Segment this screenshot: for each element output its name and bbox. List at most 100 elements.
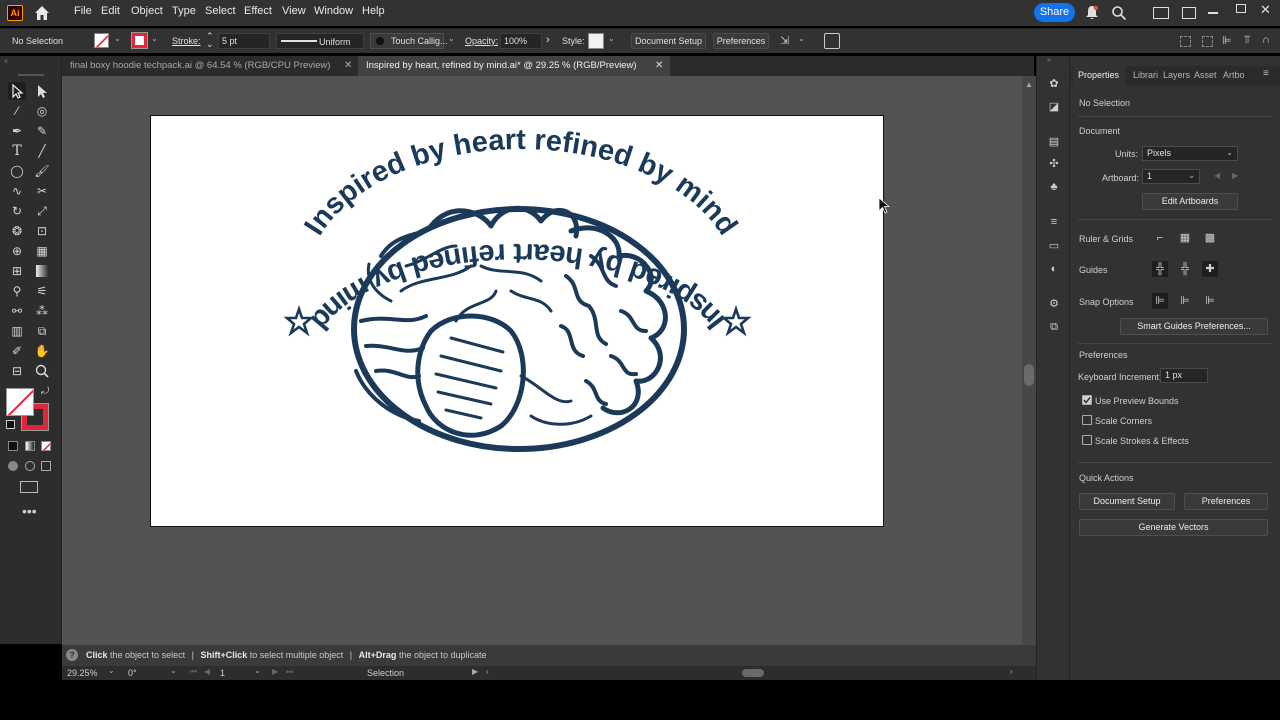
column-graph-tool-icon[interactable]: ▥ xyxy=(8,322,26,340)
align-dotted-2-icon[interactable] xyxy=(1202,36,1213,47)
artboard-tool-icon[interactable]: ⧉ xyxy=(33,322,51,340)
smart-guides-preferences-button[interactable]: Smart Guides Preferences... xyxy=(1120,318,1268,335)
stroke-stepper-icon[interactable]: ⌃ ⌄ xyxy=(206,32,214,49)
style-swatch[interactable] xyxy=(588,33,604,49)
align-top-icon[interactable]: ⫪ xyxy=(1244,34,1250,47)
fill-swatch[interactable] xyxy=(94,33,109,48)
tab-properties[interactable]: Properties xyxy=(1078,70,1119,80)
prev-artboard-icon[interactable]: ◀ xyxy=(204,667,210,676)
minimize-icon[interactable] xyxy=(1208,12,1218,14)
opacity-input[interactable]: 100% xyxy=(500,33,542,49)
menu-edit[interactable]: Edit xyxy=(101,5,120,17)
type-tool-icon[interactable]: T xyxy=(8,142,26,160)
scroll-up-icon[interactable]: ▲ xyxy=(1025,80,1033,89)
symbols-panel-icon[interactable]: ♣ xyxy=(1046,179,1062,195)
generate-vectors-button[interactable]: Generate Vectors xyxy=(1079,519,1268,536)
stroke-swatch[interactable] xyxy=(131,32,148,49)
measure-tool-icon[interactable]: ⚟ xyxy=(33,282,51,300)
none-mode-icon[interactable] xyxy=(41,441,51,451)
ellipse-tool-icon[interactable]: ◯ xyxy=(8,162,26,180)
artboard-dropdown[interactable]: 1 ⌄ xyxy=(1142,169,1200,184)
toolbox-grip[interactable] xyxy=(18,74,44,76)
zoom-chevron-icon[interactable]: ⌄ xyxy=(108,666,115,675)
transparency-panel-icon[interactable]: ◐ xyxy=(1046,261,1062,277)
snap-to-point-icon[interactable]: ⊫ xyxy=(1152,293,1168,309)
grid-icon[interactable]: ▦ xyxy=(1177,230,1193,246)
swap-fill-stroke-icon[interactable]: ⤾ xyxy=(41,386,49,397)
horizontal-scroll-thumb[interactable] xyxy=(742,669,764,677)
gradient-tool-icon[interactable] xyxy=(33,262,51,280)
quick-preferences-button[interactable]: Preferences xyxy=(1184,493,1268,510)
artboard-next-icon[interactable]: ▶ xyxy=(1232,171,1238,180)
appearance-panel-icon[interactable]: ▤ xyxy=(1046,134,1062,150)
graphic-styles-panel-icon[interactable]: ⚙ xyxy=(1046,296,1062,312)
tab-techpack-close-icon[interactable]: ✕ xyxy=(344,60,352,71)
panel-menu-icon[interactable]: ≡ xyxy=(1263,68,1269,79)
align-more-icon[interactable]: ∩ xyxy=(1262,34,1270,46)
tab-layers[interactable]: Layers xyxy=(1163,70,1190,80)
selection-tool-icon[interactable] xyxy=(8,82,26,100)
artboard-chevron-icon[interactable]: ⌄ xyxy=(254,666,261,675)
toolbox-collapse-icon[interactable]: « xyxy=(4,58,8,65)
snap-to-pixel-icon[interactable]: ⊫ xyxy=(1177,293,1193,309)
notification-bell-icon[interactable] xyxy=(1085,5,1099,21)
eyedropper-tool-icon[interactable]: ⚲ xyxy=(8,282,26,300)
artboard[interactable]: Inspired by heart refined by mind Inspir… xyxy=(150,115,884,527)
artboard-prev-icon[interactable]: ◀ xyxy=(1214,171,1220,180)
select-similar-icon[interactable]: ⇲ xyxy=(780,34,794,48)
draw-normal-icon[interactable] xyxy=(8,461,18,471)
tab-asset-export[interactable]: Asset xyxy=(1194,70,1217,80)
rulers-icon[interactable]: ⌐ xyxy=(1152,230,1168,246)
last-artboard-icon[interactable]: ⏭ xyxy=(286,667,293,677)
zoom-level[interactable]: 29.25% xyxy=(67,668,98,678)
tab-inspired[interactable]: Inspired by heart, refined by mind.ai* @… xyxy=(358,56,670,76)
perspective-grid-tool-icon[interactable]: ▦ xyxy=(33,242,51,260)
tab-inspired-close-icon[interactable]: ✕ xyxy=(655,60,663,71)
rotate-view-tool-icon[interactable]: ⊟ xyxy=(8,362,26,380)
artwork-text-top[interactable]: Inspired by heart refined by mind xyxy=(298,124,743,241)
vertical-scroll-thumb[interactable] xyxy=(1024,364,1034,386)
first-artboard-icon[interactable]: ⏮ xyxy=(190,667,197,677)
screen-mode-icon[interactable] xyxy=(20,481,38,493)
share-button[interactable]: Share xyxy=(1034,3,1075,22)
smart-guides-icon[interactable]: ✚ xyxy=(1202,261,1218,277)
fill-dropdown-chevron-icon[interactable]: ⌄ xyxy=(114,34,121,43)
tab-artboards[interactable]: Artbo xyxy=(1223,70,1245,80)
rotate-tool-icon[interactable]: ↻ xyxy=(8,202,26,220)
color-mode-icon[interactable] xyxy=(8,441,18,451)
color-guide-panel-icon[interactable]: ✿ xyxy=(1046,76,1062,92)
rotation-value[interactable]: 0° xyxy=(128,668,137,678)
menu-help[interactable]: Help xyxy=(362,5,385,17)
restore-icon[interactable] xyxy=(1236,4,1246,13)
shaper-tool-icon[interactable]: ∿ xyxy=(8,182,26,200)
show-guides-icon[interactable]: ╬ xyxy=(1152,261,1168,277)
shape-builder-tool-icon[interactable]: ⊕ xyxy=(8,242,26,260)
lasso-tool-icon[interactable]: ◎ xyxy=(33,102,51,120)
stroke-profile-dropdown[interactable]: Uniform xyxy=(276,33,364,49)
style-dropdown-chevron-icon[interactable]: ⌄ xyxy=(608,34,615,43)
curvature-tool-icon[interactable]: ✎ xyxy=(33,122,51,140)
snap-to-glyph-icon[interactable]: ⊫ xyxy=(1202,293,1218,309)
close-window-icon[interactable]: ✕ xyxy=(1260,2,1271,18)
menu-window[interactable]: Window xyxy=(314,5,353,17)
symbol-sprayer-tool-icon[interactable]: ⁂ xyxy=(33,302,51,320)
panel-strip-collapse-icon[interactable]: » xyxy=(1047,57,1051,64)
direct-selection-tool-icon[interactable] xyxy=(33,82,51,100)
gradient-panel-icon[interactable]: ▭ xyxy=(1046,238,1062,254)
stroke-panel-icon[interactable]: ≡ xyxy=(1046,214,1062,230)
hscroll-right-icon[interactable]: › xyxy=(1010,667,1013,676)
default-fill-stroke-icon[interactable] xyxy=(6,420,15,429)
menu-file[interactable]: File xyxy=(74,5,92,17)
brushes-panel-icon[interactable]: ✣ xyxy=(1046,156,1062,172)
slice-tool-icon[interactable]: ✐ xyxy=(8,342,26,360)
menu-view[interactable]: View xyxy=(282,5,306,17)
align-dotted-icon[interactable] xyxy=(1180,36,1191,47)
tab-techpack[interactable]: final boxy hoodie techpack.ai @ 64.54 % … xyxy=(62,56,358,76)
next-artboard-icon[interactable]: ▶ xyxy=(272,667,278,676)
gradient-mode-icon[interactable] xyxy=(25,441,35,451)
preferences-button[interactable]: Preferences xyxy=(713,33,769,49)
stroke-dropdown-chevron-icon[interactable]: ⌄ xyxy=(151,34,158,43)
opacity-arrow-icon[interactable]: › xyxy=(546,34,550,46)
hand-tool-icon[interactable]: ✋ xyxy=(33,342,51,360)
select-similar-chevron-icon[interactable]: ⌄ xyxy=(798,34,805,43)
